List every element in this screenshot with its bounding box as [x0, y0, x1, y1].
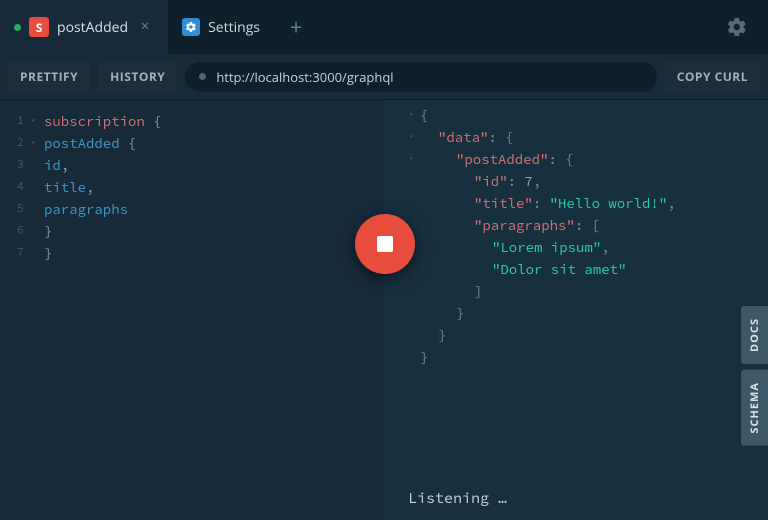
stop-icon — [377, 236, 393, 252]
new-tab-button[interactable]: + — [274, 0, 318, 54]
schema-tab[interactable]: SCHEMA — [741, 370, 768, 446]
tab-label: Settings — [208, 18, 260, 37]
live-indicator-icon — [14, 24, 21, 31]
copy-curl-button[interactable]: COPY CURL — [665, 62, 760, 92]
result-pane: ▾▾▾ {"data": {"postAdded": {"id": 7,"tit… — [384, 100, 768, 520]
editor-content[interactable]: subscription { postAdded { id, title, pa… — [30, 100, 162, 520]
query-editor[interactable]: 1234567 subscription { postAdded { id, t… — [0, 100, 384, 520]
tab-close-button[interactable]: × — [136, 18, 154, 36]
history-button[interactable]: HISTORY — [98, 62, 177, 92]
tab-label: postAdded — [57, 18, 128, 37]
endpoint-status-icon — [199, 73, 206, 80]
endpoint-bar[interactable] — [185, 62, 656, 92]
prettify-button[interactable]: PRETTIFY — [8, 62, 90, 92]
result-content: {"data": {"postAdded": {"id": 7,"title":… — [420, 104, 758, 368]
subscription-status: Listening … — [408, 489, 507, 508]
tab-subscription[interactable]: S postAdded × — [0, 0, 168, 54]
gear-icon — [182, 18, 200, 36]
subscription-badge-icon: S — [29, 17, 49, 37]
side-rail: DOCS SCHEMA — [741, 306, 768, 446]
docs-tab[interactable]: DOCS — [741, 306, 768, 364]
tab-settings[interactable]: Settings — [168, 0, 274, 54]
toolbar: PRETTIFY HISTORY COPY CURL — [0, 54, 768, 100]
tab-bar: S postAdded × Settings + — [0, 0, 768, 54]
endpoint-input[interactable] — [216, 68, 642, 86]
line-gutter: 1234567 — [0, 100, 30, 520]
stop-subscription-button[interactable] — [355, 214, 415, 274]
settings-gear-icon[interactable] — [726, 16, 748, 38]
